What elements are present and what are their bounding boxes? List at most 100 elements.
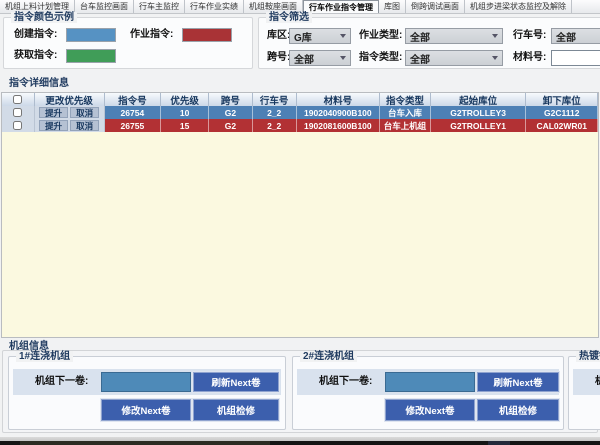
column-header-command-type: 指令类型	[380, 93, 431, 106]
next-coil-band: 机组下一卷: 刷新Next卷	[297, 369, 559, 395]
command-type-cell: 台车上机组	[380, 119, 431, 132]
modify-next-coil-button[interactable]: 修改Next卷	[101, 399, 191, 421]
tab-span-transfer-debug[interactable]: 倒跨调试画面	[406, 0, 465, 13]
command-detail-title: 指令详细信息	[6, 78, 72, 89]
raise-priority-button[interactable]: 提升	[39, 107, 68, 118]
to-location-cell: CAL02WR01	[526, 119, 598, 132]
tab-trolley-monitor[interactable]: 台车监控画面	[75, 0, 134, 13]
row-checkbox[interactable]	[13, 108, 22, 117]
column-header-from-location: 起始库位	[431, 93, 527, 106]
to-location-cell: G2C1112	[526, 106, 598, 119]
select-all-checkbox[interactable]	[13, 95, 22, 104]
tab-crane-main-monitor[interactable]: 行车主监控	[134, 0, 185, 13]
command-no-cell: 26754	[105, 106, 162, 119]
row-checkbox[interactable]	[13, 121, 22, 130]
caster-unit-1-group: 1#连浇机组 机组下一卷: 刷新Next卷 修改Next卷 机组检修	[8, 356, 286, 430]
cancel-command-button[interactable]: 取消	[70, 107, 99, 118]
working-command-swatch	[182, 28, 232, 42]
span-no-cell: G2	[209, 106, 253, 119]
next-coil-input[interactable]	[385, 372, 475, 392]
material-no-filter-label: 材料号:	[513, 50, 546, 66]
command-no-cell: 26755	[105, 119, 162, 132]
column-header-command-no: 指令号	[105, 93, 162, 106]
span-no-cell: G2	[209, 119, 253, 132]
priority-cell: 10	[161, 106, 209, 119]
unit-maintenance-button[interactable]: 机组检修	[193, 399, 279, 421]
warehouse-filter-select[interactable]: G库	[289, 28, 351, 44]
created-command-swatch	[66, 28, 116, 42]
row-action-cell: 提升 取消	[35, 106, 105, 119]
table-row[interactable]: 提升 取消 26755 15 G2 2_2 1902081600B100 台车上…	[2, 119, 598, 132]
from-location-cell: G2TROLLEY1	[431, 119, 527, 132]
command-color-legend-group: 指令颜色示例 创建指令: 作业指令: 获取指令:	[3, 17, 253, 69]
next-coil-band: 机组下一卷: 刷新Next卷	[573, 369, 600, 395]
fetched-command-label: 获取指令:	[14, 49, 57, 63]
chevron-down-icon	[492, 34, 498, 41]
tab-yard-map[interactable]: 库图	[379, 0, 406, 13]
taskbar-item-sliver	[488, 441, 510, 445]
filter-group-title: 指令筛选	[266, 12, 312, 23]
command-type-cell: 台车入库	[380, 106, 431, 119]
table-row[interactable]: 提升 取消 26754 10 G2 2_2 1902040900B100 台车入…	[2, 106, 598, 119]
modify-next-coil-button[interactable]: 修改Next卷	[385, 399, 475, 421]
column-header-span-no: 跨号	[209, 93, 253, 106]
chevron-down-icon	[340, 34, 346, 41]
refresh-next-coil-button[interactable]: 刷新Next卷	[477, 372, 559, 392]
galvanizing-unit-group: 热镀锌机组 机组下一卷: 刷新Next卷 修改Next卷 机组检修	[568, 356, 600, 430]
crane-no-cell: 2_2	[253, 106, 297, 119]
material-no-cell: 1902040900B100	[297, 106, 381, 119]
column-header-material-no: 材料号	[297, 93, 381, 106]
material-no-input[interactable]	[551, 50, 600, 66]
column-header-to-location: 卸下库位	[526, 93, 598, 106]
table-header-row: 更改优先级 指令号 优先级 跨号 行车号 材料号 指令类型 起始库位 卸下库位	[2, 93, 598, 106]
working-command-label: 作业指令:	[130, 28, 173, 42]
command-table: 更改优先级 指令号 优先级 跨号 行车号 材料号 指令类型 起始库位 卸下库位 …	[1, 92, 599, 338]
material-no-cell: 1902081600B100	[297, 119, 381, 132]
chevron-down-icon	[340, 56, 346, 63]
command-type-filter-label: 指令类型:	[359, 50, 402, 66]
cancel-command-button[interactable]: 取消	[70, 120, 99, 131]
job-type-filter-select[interactable]: 全部	[405, 28, 503, 44]
caster-unit-1-title: 1#连浇机组	[16, 351, 73, 362]
priority-cell: 15	[161, 119, 209, 132]
column-header-crane-no: 行车号	[253, 93, 297, 106]
job-type-filter-label: 作业类型:	[359, 28, 402, 44]
taskbar-item-sliver	[20, 441, 270, 445]
command-type-filter-select[interactable]: 全部	[405, 50, 503, 66]
next-coil-label: 机组下一卷:	[35, 369, 88, 395]
span-no-filter-label: 跨号:	[267, 50, 290, 66]
span-no-filter-value: 全部	[294, 51, 314, 66]
command-type-filter-value: 全部	[410, 51, 430, 66]
next-coil-label: 机组下一卷:	[595, 369, 600, 395]
legend-group-title: 指令颜色示例	[11, 12, 77, 23]
job-type-filter-value: 全部	[410, 29, 430, 44]
raise-priority-button[interactable]: 提升	[39, 120, 68, 131]
app-window: 机组上料计划管理 台车监控画面 行车主监控 行车作业实绩 机组鞍座画面 行车作业…	[0, 0, 600, 445]
next-coil-label: 机组下一卷:	[319, 369, 372, 395]
crane-no-cell: 2_2	[253, 119, 297, 132]
next-coil-input[interactable]	[101, 372, 191, 392]
row-action-cell: 提升 取消	[35, 119, 105, 132]
column-header-priority: 优先级	[161, 93, 209, 106]
row-select-cell	[2, 106, 35, 119]
command-filter-group: 指令筛选 库区: G库 作业类型: 全部 行车号: 全部 跨号: 全部 指令类型…	[258, 17, 600, 69]
crane-no-filter-label: 行车号:	[513, 28, 546, 44]
tab-crane-command-management[interactable]: 行车作业指令管理	[303, 0, 379, 13]
crane-no-filter-value: 全部	[556, 29, 576, 44]
row-select-cell	[2, 119, 35, 132]
next-coil-band: 机组下一卷: 刷新Next卷	[13, 369, 281, 395]
tab-crane-work-record[interactable]: 行车作业实绩	[185, 0, 244, 13]
select-all-cell	[2, 93, 35, 106]
span-no-filter-select[interactable]: 全部	[289, 50, 351, 66]
refresh-next-coil-button[interactable]: 刷新Next卷	[193, 372, 279, 392]
caster-unit-2-group: 2#连浇机组 机组下一卷: 刷新Next卷 修改Next卷 机组检修	[292, 356, 564, 430]
warehouse-filter-value: G库	[294, 29, 312, 44]
fetched-command-swatch	[66, 49, 116, 63]
warehouse-filter-label: 库区:	[267, 28, 290, 44]
caster-unit-2-title: 2#连浇机组	[300, 351, 357, 362]
unit-maintenance-button[interactable]: 机组检修	[477, 399, 559, 421]
tab-walking-beam-status[interactable]: 机组步进梁状态监控及解除	[465, 0, 572, 13]
crane-no-filter-select[interactable]: 全部	[551, 28, 600, 44]
from-location-cell: G2TROLLEY3	[431, 106, 527, 119]
galvanizing-unit-title: 热镀锌机组	[576, 351, 600, 362]
